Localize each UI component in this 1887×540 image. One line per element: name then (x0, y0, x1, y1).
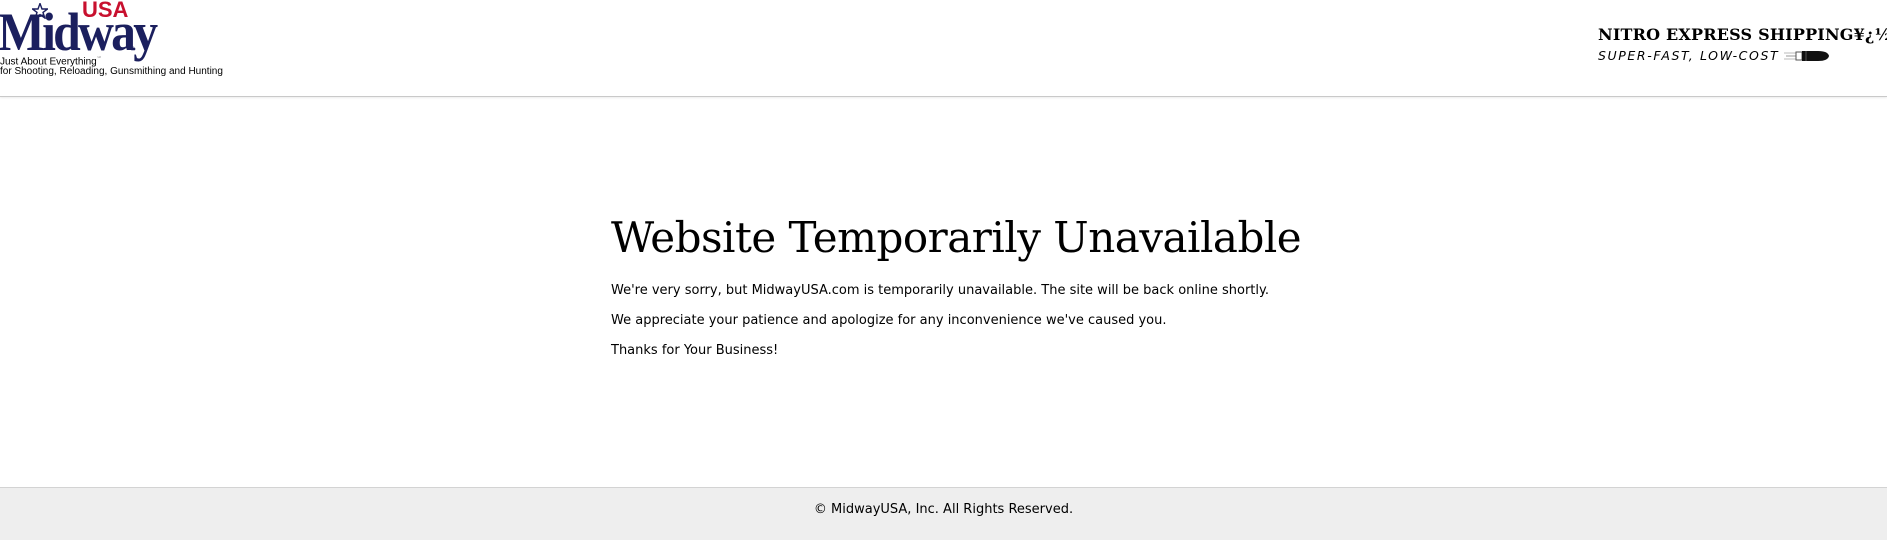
nitro-express-promo[interactable]: NITRO EXPRESS SHIPPING¥¿½ SUPER-FAST, LO… (1598, 24, 1887, 74)
message-paragraph: We appreciate your patience and apologiz… (611, 313, 1167, 328)
logo-tagline-sub: for Shooting, Reloading, Gunsmithing and… (0, 66, 223, 77)
promo-title: NITRO EXPRESS SHIPPING¥¿½ (1598, 25, 1887, 44)
maintenance-message: Website Temporarily Unavailable We're ve… (611, 210, 1331, 366)
registered-mark: ® (130, 46, 136, 53)
bullet-icon (1784, 51, 1829, 61)
promo-subtitle: SUPER-FAST, LOW-COST (1598, 48, 1780, 63)
message-paragraph: We're very sorry, but MidwayUSA.com is t… (611, 283, 1269, 298)
site-header: USA Midway ® Just About Everything℠ for … (0, 0, 1887, 97)
midwayusa-logo[interactable]: USA Midway ® Just About Everything℠ for … (0, 0, 230, 90)
page-title: Website Temporarily Unavailable (611, 213, 1302, 262)
copyright-text: © MidwayUSA, Inc. All Rights Reserved. (813, 502, 1074, 517)
service-mark: ℠ (96, 56, 102, 62)
site-footer: © MidwayUSA, Inc. All Rights Reserved. (0, 487, 1887, 540)
message-paragraph: Thanks for Your Business! (611, 343, 779, 358)
